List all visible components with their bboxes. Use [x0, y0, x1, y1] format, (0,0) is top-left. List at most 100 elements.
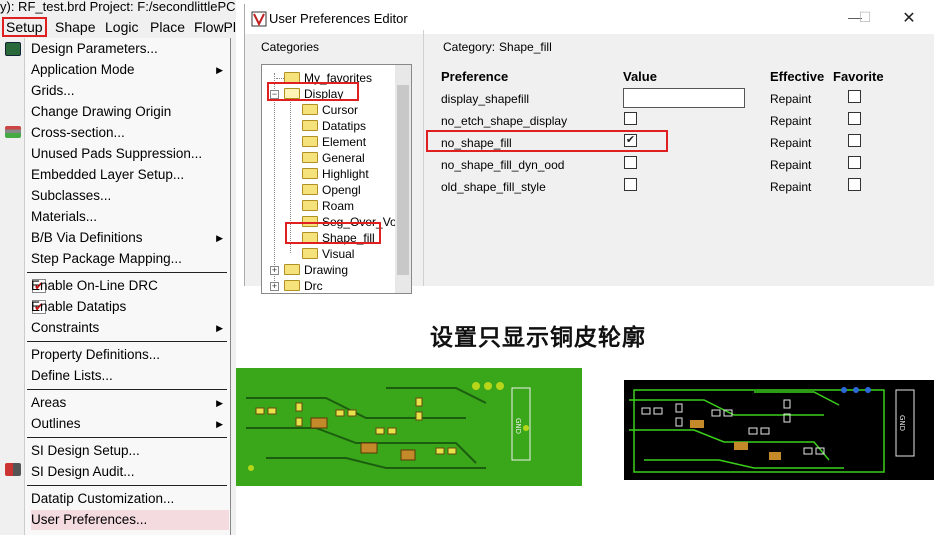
close-icon[interactable]: ✕: [899, 8, 919, 28]
submenu-arrow-icon: ▶: [216, 233, 223, 243]
folder-icon: [302, 232, 318, 243]
menu-item-label: Embedded Layer Setup...: [31, 167, 185, 182]
tree-item-datatips[interactable]: Datatips: [302, 118, 366, 134]
tree-item-visual[interactable]: Visual: [302, 246, 354, 262]
value-checkbox[interactable]: [624, 178, 637, 191]
maximize-box-icon[interactable]: ☐: [855, 9, 875, 26]
display-shapefill-input[interactable]: [623, 88, 745, 108]
folder-icon: [302, 120, 318, 131]
folder-icon: [302, 200, 318, 211]
menu-item-user-preferences[interactable]: User Preferences...: [31, 510, 229, 530]
pref-effective: Repaint: [770, 114, 812, 128]
menu-item-label: Enable On-Line DRC: [31, 278, 158, 293]
favorite-checkbox[interactable]: [848, 112, 861, 125]
favorite-checkbox[interactable]: [848, 134, 861, 147]
menu-item-areas[interactable]: Areas ▶: [31, 393, 229, 413]
menu-item-step-package[interactable]: Step Package Mapping...: [31, 249, 229, 269]
window-title: y): RF_test.brd Project: F:/secondlittle…: [0, 0, 236, 14]
tree-item-label: Drc: [304, 279, 323, 293]
pcb-filled-graphic: GND: [236, 368, 582, 486]
menu-item-label: Step Package Mapping...: [31, 251, 182, 266]
tree-item-my-favorites[interactable]: My_favorites: [284, 70, 372, 86]
value-checkbox-checked[interactable]: ✔: [624, 134, 637, 147]
favorite-checkbox[interactable]: [848, 90, 861, 103]
menu-separator: [27, 272, 227, 273]
collapse-icon[interactable]: −: [270, 90, 279, 99]
tree-line: [276, 78, 284, 79]
value-checkbox[interactable]: [624, 156, 637, 169]
expand-icon[interactable]: +: [270, 282, 279, 291]
menu-item-datatip-customization[interactable]: Datatip Customization...: [31, 489, 229, 509]
expand-icon[interactable]: +: [270, 266, 279, 275]
window-title: User Preferences Editor: [269, 11, 408, 26]
tree-item-display[interactable]: Display: [284, 86, 343, 102]
tree-item-label: Seg_Over_Voi: [322, 215, 400, 229]
menu-setup[interactable]: Setup: [2, 17, 47, 37]
tree-item-shape-fill[interactable]: Shape_fill: [302, 230, 375, 246]
tree-scrollbar[interactable]: [395, 65, 411, 293]
favorite-checkbox[interactable]: [848, 156, 861, 169]
menu-item-enable-datatips[interactable]: Enable Datatips: [31, 297, 229, 317]
menu-item-label: Define Lists...: [31, 368, 113, 383]
tree-item-opengl[interactable]: Opengl: [302, 182, 361, 198]
tree-item-label: General: [322, 151, 365, 165]
menu-item-subclasses[interactable]: Subclasses...: [31, 186, 229, 206]
menu-item-label: Datatip Customization...: [31, 491, 175, 506]
panel-divider: [423, 30, 424, 286]
tree-item-highlight[interactable]: Highlight: [302, 166, 369, 182]
submenu-arrow-icon: ▶: [216, 65, 223, 75]
scrollbar-thumb[interactable]: [397, 85, 409, 275]
menu-item-define-lists[interactable]: Define Lists...: [31, 366, 229, 386]
menu-item-online-drc[interactable]: Enable On-Line DRC: [31, 276, 229, 296]
tree-item-drawing[interactable]: Drawing: [284, 262, 348, 278]
menu-separator: [27, 437, 227, 438]
menu-item-application-mode[interactable]: Application Mode ▶: [31, 60, 229, 80]
menu-item-label: Property Definitions...: [31, 347, 161, 362]
category-head-label: Category:: [443, 40, 496, 54]
menu-item-si-design-audit[interactable]: SI Design Audit...: [31, 462, 229, 482]
menu-item-si-design-setup[interactable]: SI Design Setup...: [31, 441, 229, 461]
menu-item-label: Change Drawing Origin: [31, 104, 172, 119]
menu-flowplan[interactable]: FlowPl: [194, 18, 236, 36]
tree-item-cursor[interactable]: Cursor: [302, 102, 358, 118]
pref-no-etch-shape-display: no_etch_shape_display: [441, 114, 568, 128]
menu-place[interactable]: Place: [150, 18, 185, 36]
menu-item-property-definitions[interactable]: Property Definitions...: [31, 345, 229, 365]
menu-item-outlines[interactable]: Outlines ▶: [31, 414, 229, 434]
menu-item-cross-section[interactable]: Cross-section...: [31, 123, 229, 143]
menu-item-bb-via[interactable]: B/B Via Definitions ▶: [31, 228, 229, 248]
folder-icon: [284, 264, 300, 275]
menu-icon-strip: [0, 38, 24, 535]
folder-icon: [302, 152, 318, 163]
pref-effective: Repaint: [770, 158, 812, 172]
value-checkbox[interactable]: [624, 112, 637, 125]
cross-section-icon: [5, 126, 21, 138]
menu-shape[interactable]: Shape: [55, 18, 95, 36]
tree-item-label: Visual: [322, 247, 355, 261]
tree-item-label: Roam: [322, 199, 355, 213]
favorite-checkbox[interactable]: [848, 178, 861, 191]
menu-item-label: User Preferences...: [31, 512, 148, 527]
menu-item-embedded-layer[interactable]: Embedded Layer Setup...: [31, 165, 229, 185]
column-preference: Preference: [441, 69, 509, 84]
tree-item-general[interactable]: General: [302, 150, 365, 166]
menu-item-materials[interactable]: Materials...: [31, 207, 229, 227]
column-effective: Effective: [770, 69, 825, 84]
menu-item-unused-pads[interactable]: Unused Pads Suppression...: [31, 144, 229, 164]
folder-icon: [302, 184, 318, 195]
tree-item-roam[interactable]: Roam: [302, 198, 354, 214]
menu-item-design-parameters[interactable]: Design Parameters...: [31, 39, 229, 59]
menu-item-change-drawing-origin[interactable]: Change Drawing Origin: [31, 102, 229, 122]
tree-item-element[interactable]: Element: [302, 134, 366, 150]
menu-item-constraints[interactable]: Constraints ▶: [31, 318, 229, 338]
menu-logic[interactable]: Logic: [105, 18, 138, 36]
pref-old-shape-fill-style: old_shape_fill_style: [441, 180, 546, 194]
menu-item-label: Outlines: [31, 416, 81, 431]
menu-item-grids[interactable]: Grids...: [31, 81, 229, 101]
submenu-arrow-icon: ▶: [216, 323, 223, 333]
allegro-window: y): RF_test.brd Project: F:/secondlittle…: [0, 0, 236, 535]
tree-item-seg-over-void[interactable]: Seg_Over_Voi: [302, 214, 399, 230]
folder-icon: [302, 104, 318, 115]
tree-item-drc[interactable]: Drc: [284, 278, 323, 293]
categories-tree[interactable]: My_favorites − Display Cursor Datatips E…: [261, 64, 412, 294]
